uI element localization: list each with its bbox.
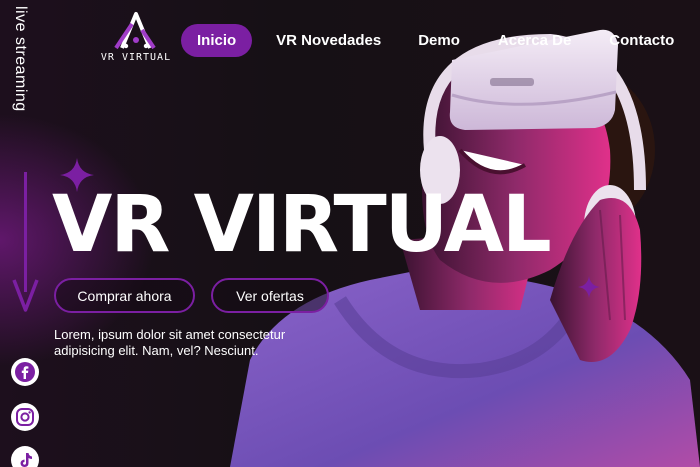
facebook-icon[interactable] bbox=[11, 358, 39, 386]
buy-now-button[interactable]: Comprar ahora bbox=[54, 278, 195, 313]
landing-page: live streaming VR VIRTUAL Inicio VR Nove… bbox=[0, 0, 700, 467]
nav-item-contacto[interactable]: Contacto bbox=[609, 32, 674, 49]
logo[interactable]: VR VIRTUAL bbox=[98, 8, 174, 66]
nav-item-inicio[interactable]: Inicio bbox=[181, 23, 253, 57]
hero-title: VR VIRTUAL bbox=[52, 180, 552, 270]
logo-mark-icon bbox=[114, 12, 156, 50]
logo-text: VR VIRTUAL bbox=[100, 52, 172, 63]
hero-description: Lorem, ipsum dolor sit amet consectetur … bbox=[54, 327, 286, 358]
arrow-down-icon bbox=[12, 279, 39, 312]
nav-item-acerca-de[interactable]: Acerca De bbox=[498, 32, 571, 49]
main-nav: Inicio VR Novedades Demo Acerca De Conta… bbox=[181, 23, 674, 57]
nav-item-demo[interactable]: Demo bbox=[418, 32, 460, 49]
instagram-icon[interactable] bbox=[11, 403, 39, 431]
tiktok-icon[interactable] bbox=[11, 446, 39, 467]
view-offers-button[interactable]: Ver ofertas bbox=[211, 278, 329, 313]
nav-item-vr-novedades[interactable]: VR Novedades bbox=[276, 32, 381, 49]
sparkle-icon bbox=[578, 276, 600, 298]
live-streaming-label: live streaming bbox=[12, 6, 29, 112]
